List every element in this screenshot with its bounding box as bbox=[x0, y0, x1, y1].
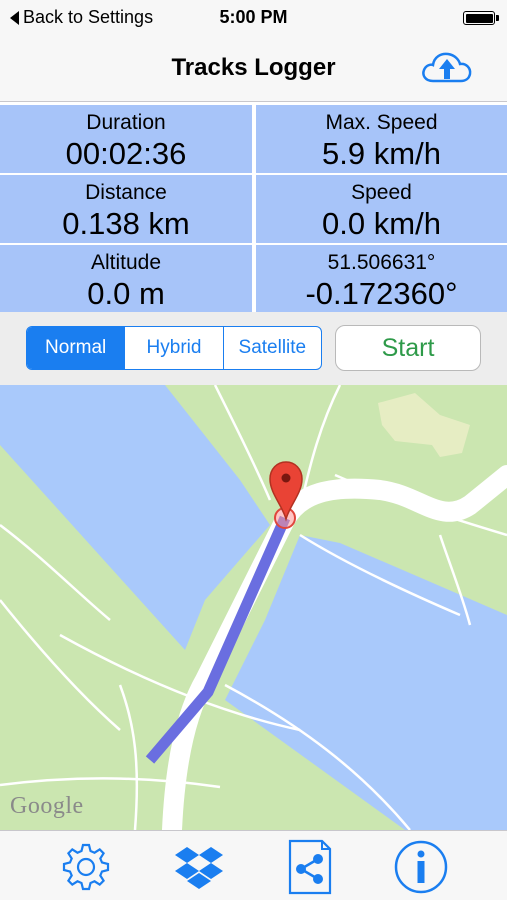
map-controls-bar: Normal Hybrid Satellite Start bbox=[0, 312, 507, 385]
duration-label: Duration bbox=[86, 111, 166, 134]
duration-value: 00:02:36 bbox=[65, 136, 187, 171]
duration-cell: Duration 00:02:36 bbox=[0, 105, 252, 173]
map-canvas bbox=[0, 385, 507, 830]
start-button[interactable]: Start bbox=[335, 325, 481, 371]
speed-value: 0.0 km/h bbox=[322, 206, 441, 241]
distance-cell: Distance 0.138 km bbox=[0, 175, 252, 243]
dropbox-icon[interactable] bbox=[171, 839, 227, 895]
max-speed-cell: Max. Speed 5.9 km/h bbox=[256, 105, 507, 173]
map-view[interactable]: Google bbox=[0, 385, 507, 830]
map-type-satellite[interactable]: Satellite bbox=[224, 327, 321, 369]
longitude-value: -0.172360° bbox=[305, 276, 458, 311]
map-type-hybrid[interactable]: Hybrid bbox=[125, 327, 224, 369]
max-speed-value: 5.9 km/h bbox=[322, 136, 441, 171]
max-speed-label: Max. Speed bbox=[325, 111, 438, 134]
google-attribution: Google bbox=[10, 793, 84, 819]
altitude-cell: Altitude 0.0 m bbox=[0, 245, 252, 312]
map-type-normal[interactable]: Normal bbox=[27, 327, 126, 369]
latitude-value: 51.506631° bbox=[327, 251, 436, 274]
bottom-toolbar bbox=[0, 830, 507, 900]
status-time: 5:00 PM bbox=[219, 7, 288, 27]
stats-panel: Duration 00:02:36 Max. Speed 5.9 km/h Di… bbox=[0, 103, 507, 312]
info-icon[interactable] bbox=[393, 839, 449, 895]
distance-label: Distance bbox=[85, 181, 167, 204]
cloud-upload-icon[interactable] bbox=[419, 48, 475, 88]
altitude-value: 0.0 m bbox=[87, 276, 165, 311]
distance-value: 0.138 km bbox=[62, 206, 190, 241]
altitude-label: Altitude bbox=[90, 251, 162, 274]
speed-label: Speed bbox=[351, 181, 412, 204]
map-type-segmented-control: Normal Hybrid Satellite bbox=[26, 326, 322, 370]
status-bar: Back to Settings 5:00 PM bbox=[0, 0, 507, 36]
speed-cell: Speed 0.0 km/h bbox=[256, 175, 507, 243]
share-file-icon[interactable] bbox=[282, 839, 338, 895]
coordinates-cell: 51.506631° -0.172360° bbox=[256, 245, 507, 312]
navigation-bar: Tracks Logger bbox=[0, 36, 507, 102]
settings-gear-icon[interactable] bbox=[58, 839, 114, 895]
battery-icon bbox=[463, 11, 499, 25]
